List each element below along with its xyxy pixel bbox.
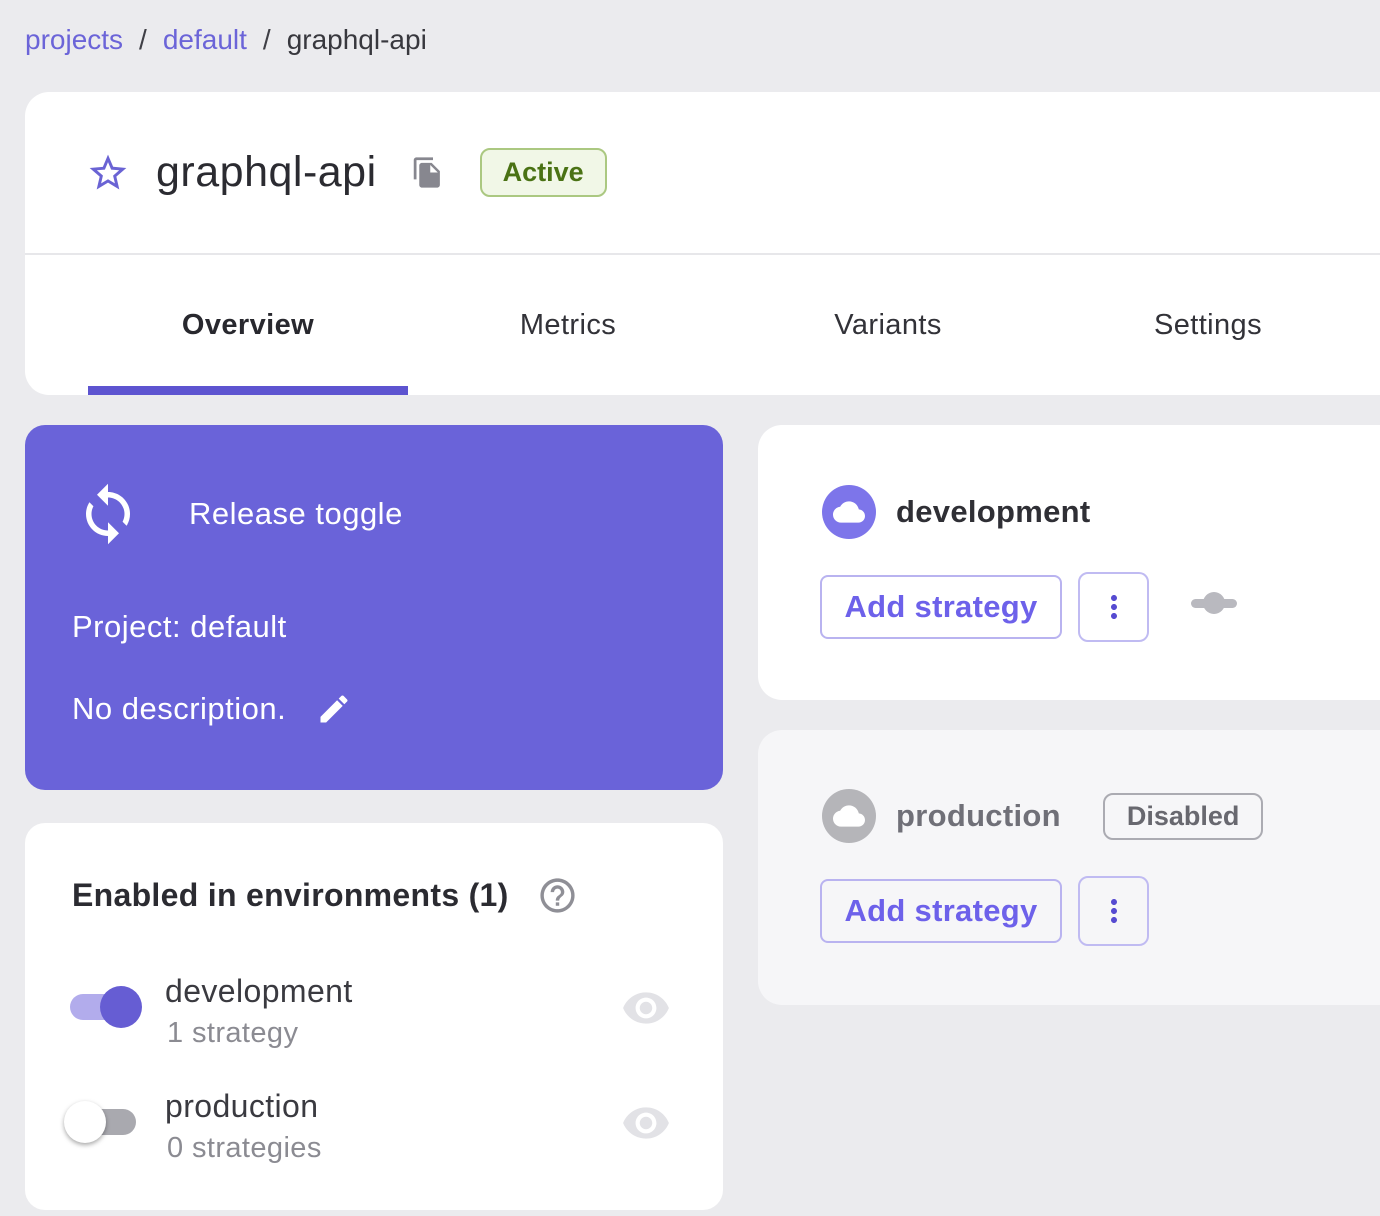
breadcrumb-default-link[interactable]: default — [163, 24, 247, 56]
breadcrumb-projects-link[interactable]: projects — [25, 24, 123, 56]
tab-bar: Overview Metrics Variants Settings — [88, 255, 1368, 395]
environment-card-development: development Add strategy — [758, 425, 1380, 700]
feature-header-card: graphql-api Active Overview Metrics Vari… — [25, 92, 1380, 395]
tab-overview[interactable]: Overview — [88, 255, 408, 395]
strategy-slider-icon — [1190, 591, 1238, 615]
enabled-environments-title: Enabled in environments (1) — [72, 877, 509, 913]
tab-variants[interactable]: Variants — [728, 255, 1048, 395]
description-row: No description. — [72, 691, 352, 727]
breadcrumb-separator: / — [262, 24, 271, 55]
add-strategy-button[interactable]: Add strategy — [820, 879, 1062, 943]
environment-header: production Disabled — [822, 789, 1264, 843]
copy-icon[interactable] — [411, 156, 444, 189]
active-tab-indicator — [88, 386, 408, 395]
kebab-menu-icon[interactable] — [1078, 876, 1149, 946]
enabled-environments-card: Enabled in environments (1) development … — [25, 823, 723, 1210]
toggle-type-label: Release toggle — [189, 496, 403, 531]
toggle-thumb — [100, 986, 142, 1028]
add-strategy-button[interactable]: Add strategy — [820, 575, 1062, 639]
description-text: No description. — [72, 691, 287, 726]
eye-icon[interactable] — [621, 1098, 671, 1148]
help-icon[interactable] — [537, 875, 578, 916]
favorite-star-icon[interactable] — [86, 151, 130, 195]
release-toggle-card: Release toggle Project: default No descr… — [25, 425, 723, 790]
production-toggle[interactable] — [64, 1101, 138, 1143]
environment-name: production — [896, 798, 1061, 833]
environment-row-name: production — [165, 1088, 319, 1124]
cloud-icon — [822, 789, 876, 843]
disabled-badge: Disabled — [1102, 792, 1264, 840]
tab-settings[interactable]: Settings — [1048, 255, 1368, 395]
kebab-menu-icon[interactable] — [1078, 572, 1149, 642]
release-toggle-header: Release toggle — [75, 481, 403, 547]
tab-metrics[interactable]: Metrics — [408, 255, 728, 395]
cloud-icon — [822, 485, 876, 539]
strategy-count-label: 1 strategy — [167, 1017, 299, 1049]
environment-header: development — [822, 485, 1091, 539]
toggle-thumb — [64, 1101, 106, 1143]
breadcrumb-current: graphql-api — [286, 24, 427, 55]
eye-icon[interactable] — [621, 983, 671, 1033]
strategy-count-label: 0 strategies — [167, 1132, 322, 1164]
status-badge: Active — [479, 148, 607, 197]
development-toggle[interactable] — [70, 986, 142, 1028]
edit-pencil-icon[interactable] — [316, 691, 352, 727]
breadcrumb-separator: / — [139, 24, 147, 55]
environment-name: development — [896, 494, 1091, 529]
loop-icon — [75, 481, 141, 547]
page-title: graphql-api — [156, 148, 377, 196]
breadcrumb: projects / default / graphql-api — [25, 24, 427, 56]
environment-row-name: development — [165, 973, 353, 1009]
environment-card-production: production Disabled Add strategy — [758, 730, 1380, 1005]
feature-title-row: graphql-api Active — [86, 92, 607, 253]
project-label: Project: default — [72, 609, 287, 644]
